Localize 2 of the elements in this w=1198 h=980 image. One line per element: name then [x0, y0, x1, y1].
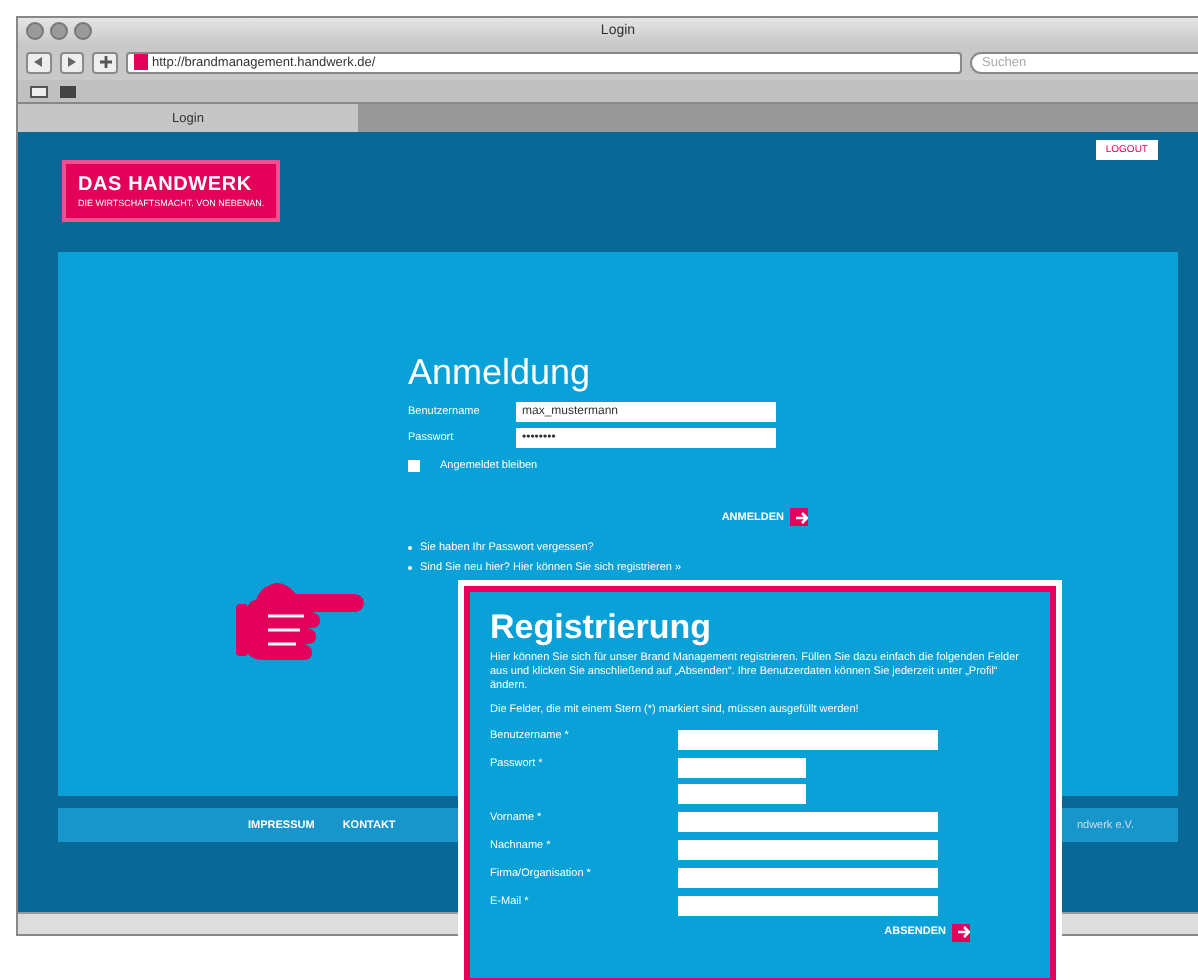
form-title: Anmeldung	[408, 352, 593, 394]
dialog-title: Registrierung	[490, 608, 714, 648]
